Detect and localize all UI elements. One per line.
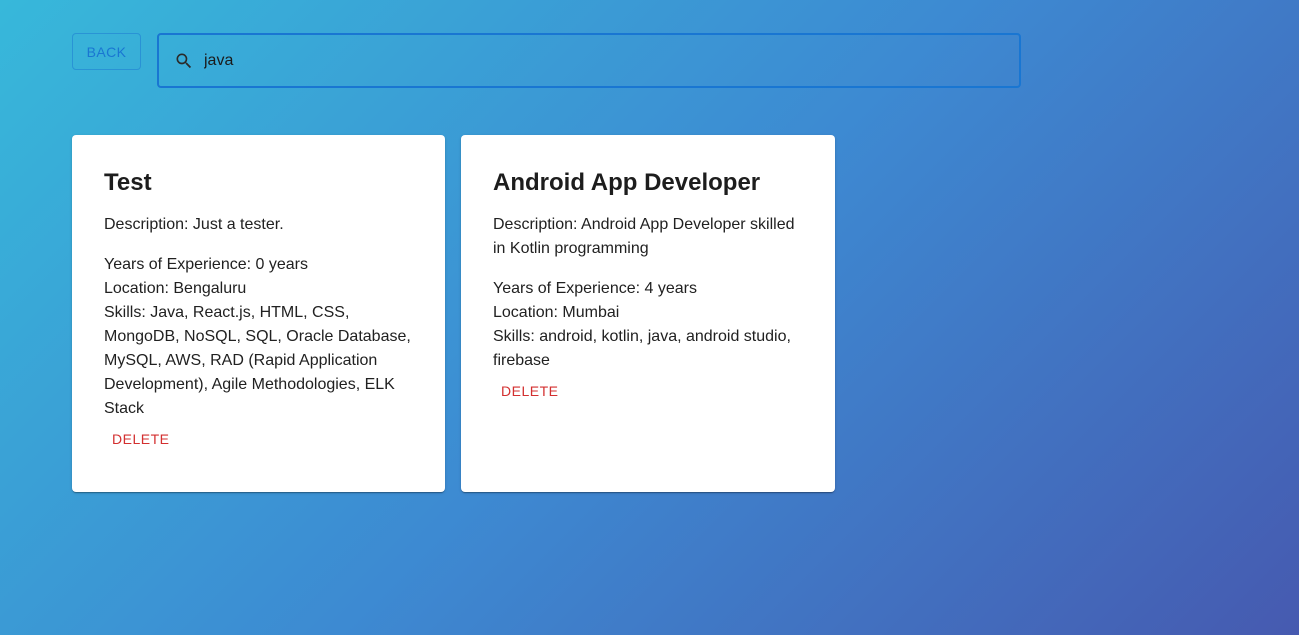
result-card: Android App Developer Description: Andro… [461, 135, 835, 492]
card-description: Description: Android App Developer skill… [493, 216, 795, 257]
delete-button[interactable]: DELETE [112, 427, 169, 451]
search-icon [173, 50, 195, 72]
delete-button[interactable]: DELETE [501, 379, 558, 403]
back-button[interactable]: BACK [72, 33, 141, 70]
card-title: Android App Developer [493, 169, 761, 196]
card-location: Location: Mumbai [493, 304, 620, 321]
card-details: Years of Experience: 0 years Location: B… [104, 253, 413, 421]
card-skills: Skills: android, kotlin, java, android s… [493, 328, 791, 369]
result-card: Test Description: Just a tester. Years o… [72, 135, 445, 492]
card-details: Years of Experience: 4 years Location: M… [493, 277, 803, 373]
search-field[interactable] [157, 33, 1021, 88]
card-description: Description: Just a tester. [104, 216, 284, 233]
card-title: Test [104, 169, 152, 196]
search-input[interactable] [204, 48, 1019, 73]
card-skills: Skills: Java, React.js, HTML, CSS, Mongo… [104, 304, 411, 417]
card-experience: Years of Experience: 0 years [104, 256, 308, 273]
card-location: Location: Bengaluru [104, 280, 247, 297]
card-experience: Years of Experience: 4 years [493, 280, 697, 297]
